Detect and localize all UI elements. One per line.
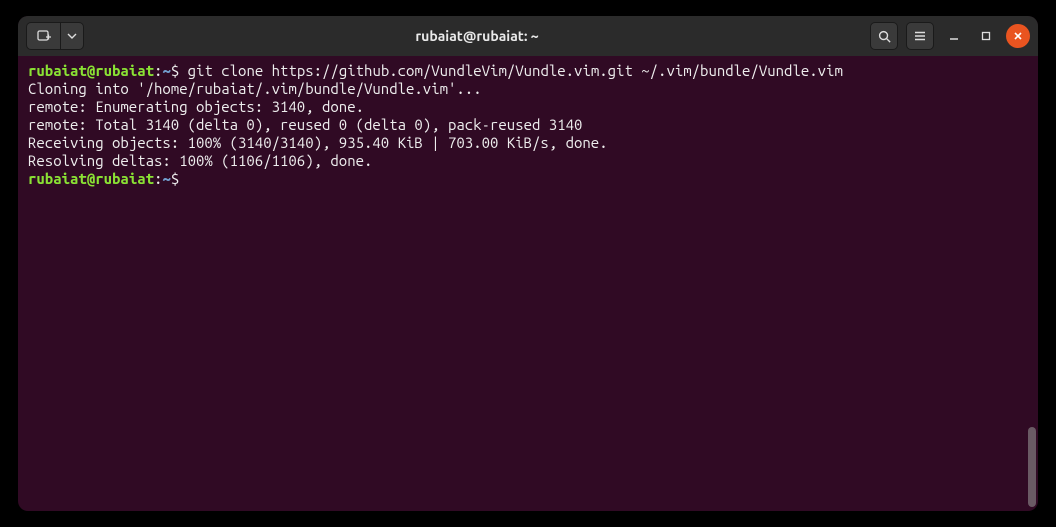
terminal-line: rubaiat@rubaiat:~$ [28,170,1028,188]
terminal-output-line: remote: Total 3140 (delta 0), reused 0 (… [28,116,1028,134]
terminal-output-line: remote: Enumerating objects: 3140, done. [28,98,1028,116]
window-title: rubaiat@rubaiat: ~ [92,28,862,44]
prompt-symbol: $ [171,62,179,79]
new-tab-icon [36,28,52,44]
search-button[interactable] [870,22,898,50]
titlebar-right-controls [870,22,1030,50]
prompt-at: @ [87,170,95,187]
prompt-user: rubaiat [28,62,87,79]
minimize-icon [948,30,960,42]
new-tab-dropdown-button[interactable] [60,22,84,50]
command-text: git clone https://github.com/VundleVim/V… [179,62,843,79]
prompt-path: ~ [162,62,170,79]
prompt-at: @ [87,62,95,79]
titlebar: rubaiat@rubaiat: ~ [18,16,1038,56]
terminal-output-line: Resolving deltas: 100% (1106/1106), done… [28,152,1028,170]
command-text [179,170,187,187]
titlebar-left-controls [26,22,84,50]
prompt-host: rubaiat [95,62,154,79]
search-icon [877,29,892,44]
minimize-button[interactable] [942,24,966,48]
maximize-button[interactable] [974,24,998,48]
chevron-down-icon [67,31,77,41]
prompt-symbol: $ [171,170,179,187]
new-tab-button[interactable] [26,22,60,50]
scrollbar-thumb[interactable] [1028,427,1036,507]
terminal-output-line: Receiving objects: 100% (3140/3140), 935… [28,134,1028,152]
terminal-line: rubaiat@rubaiat:~$ git clone https://git… [28,62,1028,80]
prompt-host: rubaiat [95,170,154,187]
prompt-user: rubaiat [28,170,87,187]
maximize-icon [980,30,992,42]
menu-button[interactable] [906,22,934,50]
terminal-body[interactable]: rubaiat@rubaiat:~$ git clone https://git… [18,56,1038,511]
hamburger-icon [913,29,927,43]
terminal-output-line: Cloning into '/home/rubaiat/.vim/bundle/… [28,80,1028,98]
close-button[interactable] [1006,24,1030,48]
terminal-window: rubaiat@rubaiat: ~ [18,16,1038,511]
close-icon [1012,30,1024,42]
prompt-path: ~ [162,170,170,187]
